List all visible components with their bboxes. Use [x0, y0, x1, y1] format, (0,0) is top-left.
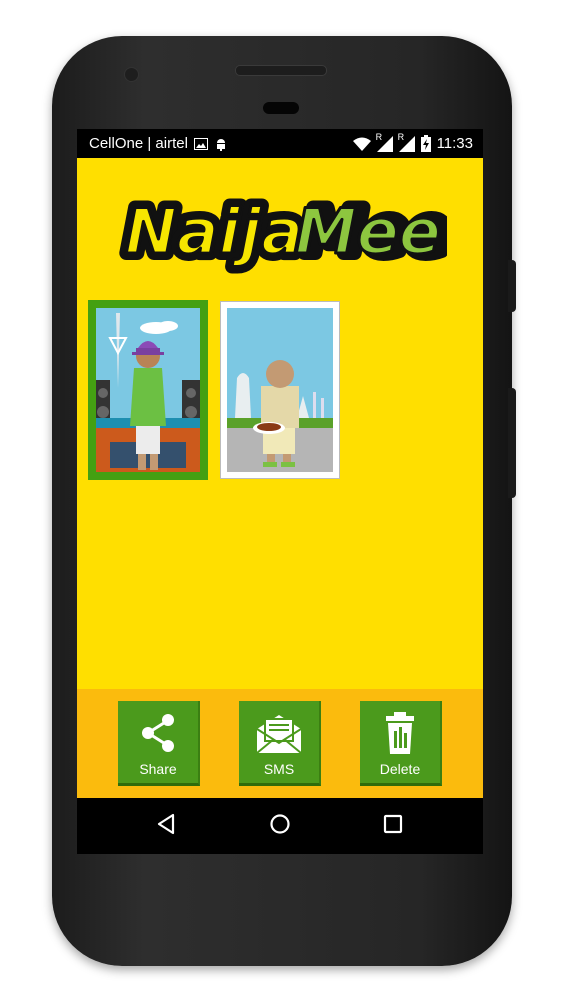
image-notification-icon: [193, 137, 208, 150]
volume-button: [508, 260, 516, 312]
share-icon: [118, 711, 198, 756]
gallery-item-avatar-plate[interactable]: [220, 301, 340, 479]
roaming-label: R: [375, 131, 383, 142]
home-icon: [269, 813, 291, 840]
sms-label: SMS: [263, 761, 295, 777]
share-button[interactable]: Share: [118, 701, 200, 786]
recents-icon: [383, 814, 403, 839]
delete-label: Delete: [379, 761, 421, 777]
delete-button[interactable]: Delete: [360, 701, 442, 786]
earpiece-speaker: [235, 65, 327, 76]
gallery-item-avatar-dj[interactable]: [88, 300, 208, 480]
proximity-sensor: [263, 102, 299, 114]
signal-icon-1: R: [376, 132, 393, 152]
naijamee-logo: NaijaMee Naija Mee: [117, 181, 456, 281]
carrier-label: CellOne | airtel: [89, 135, 188, 152]
status-bar: CellOne | airtel R R 11:33: [77, 129, 483, 158]
svg-text:Mee: Mee: [295, 195, 441, 268]
recents-button[interactable]: [378, 812, 408, 840]
envelope-icon: [239, 711, 319, 756]
back-button[interactable]: [151, 812, 181, 840]
signal-icon-2: R: [398, 132, 415, 152]
avatar-dj-image: [96, 308, 200, 472]
navigation-bar: [77, 798, 483, 854]
share-label: Share: [139, 761, 177, 777]
svg-text:Naija: Naija: [125, 195, 303, 268]
android-notification-icon: [214, 137, 228, 151]
trash-icon: [360, 711, 440, 756]
front-camera: [124, 67, 139, 82]
avatar-plate-image: [227, 308, 333, 472]
battery-charging-icon: [420, 135, 431, 152]
clock: 11:33: [436, 135, 473, 152]
app-screen: CellOne | airtel R R 11:33 NaijaMee Naij…: [77, 129, 483, 798]
home-button[interactable]: [265, 812, 295, 840]
roaming-label-2: R: [397, 131, 405, 142]
back-icon: [156, 813, 176, 840]
action-bar: Share SMS Delete: [77, 689, 483, 798]
power-button: [508, 388, 516, 498]
wifi-icon: [352, 137, 371, 151]
sms-button[interactable]: SMS: [239, 701, 321, 786]
